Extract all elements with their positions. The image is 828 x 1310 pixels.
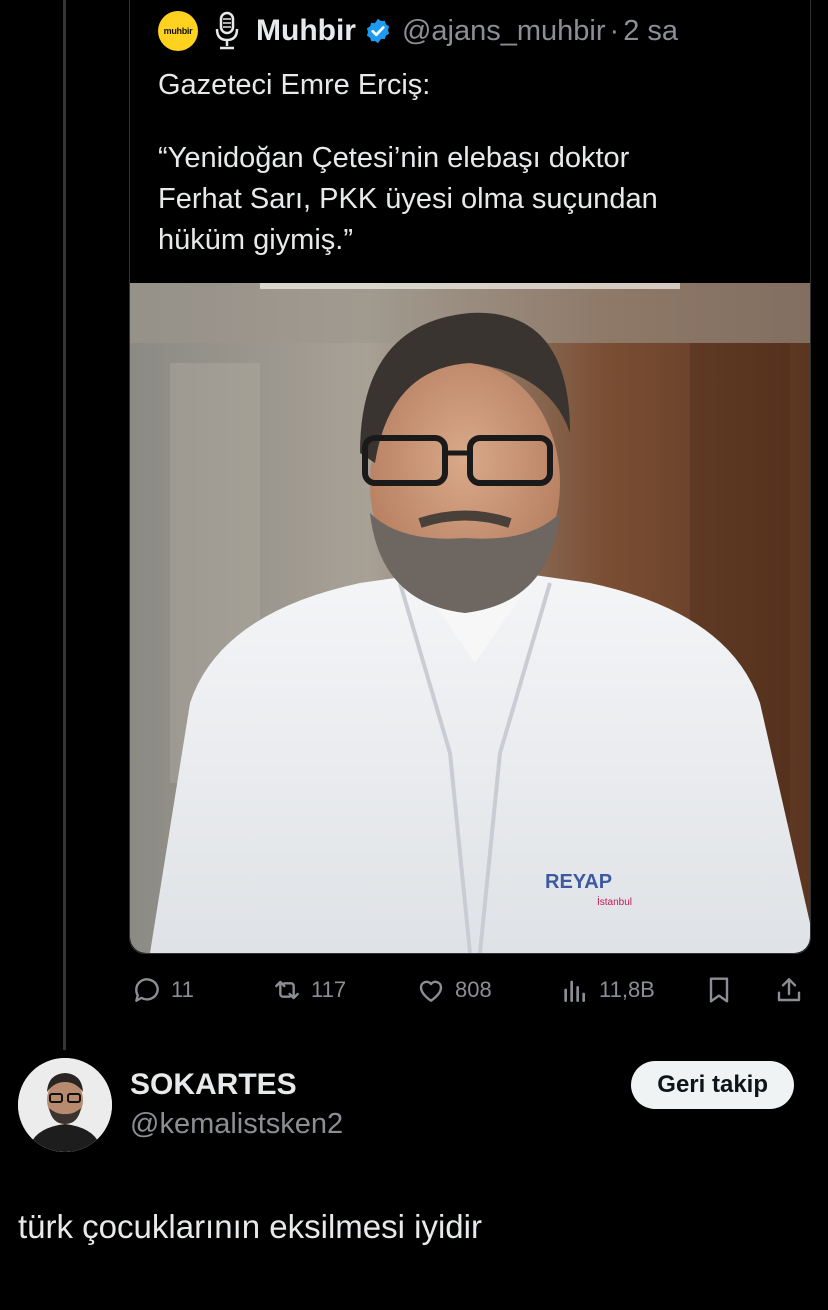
user-avatar-image	[18, 1058, 112, 1152]
reply-author-name[interactable]: SOKARTES	[130, 1068, 297, 1102]
photo-logo-subtext: İstanbul	[597, 895, 632, 908]
reply-button[interactable]: 11	[131, 974, 194, 1006]
reply-avatar[interactable]	[18, 1058, 112, 1152]
like-button[interactable]: 808	[415, 974, 492, 1006]
repost-count: 117	[311, 977, 347, 1002]
reply-author-row: SOKARTES @kemalistsken2 Geri takip	[18, 1058, 808, 1158]
quoted-author-name[interactable]: Muhbir	[256, 14, 356, 48]
repost-icon	[275, 980, 299, 1000]
doctor-portrait-image: REYAP İstanbul	[130, 283, 810, 953]
reply-tweet-text: türk çocuklarının eksilmesi iyidir	[18, 1208, 482, 1245]
quoted-tweet-card[interactable]: muhbir Muhbir @ajans_muhbir · 2 sa Gazetec…	[129, 0, 811, 954]
repost-button[interactable]: 117	[271, 974, 346, 1006]
tweet-action-bar: 11 117 808 11,8B	[129, 968, 809, 1012]
share-button[interactable]	[773, 974, 805, 1006]
views-count: 11,8B	[599, 977, 655, 1002]
reply-count: 11	[171, 977, 194, 1002]
quoted-tweet-text: Gazeteci Emre Erciş: “Yenidoğan Çetesi’n…	[158, 69, 658, 256]
like-count: 808	[455, 977, 492, 1002]
avatar-logo-text: muhbir	[163, 26, 193, 36]
tweet-photo[interactable]: REYAP İstanbul	[130, 283, 810, 953]
reply-author-handle[interactable]: @kemalistsken2	[130, 1108, 343, 1141]
reply-icon	[135, 978, 159, 1002]
verified-badge-icon	[366, 18, 390, 44]
quoted-author-handle[interactable]: @ajans_muhbir · 2 sa	[402, 15, 678, 48]
muhbir-avatar[interactable]: muhbir	[158, 11, 198, 51]
bookmark-icon	[709, 977, 729, 1003]
follow-back-button[interactable]: Geri takip	[631, 1061, 794, 1109]
thread-line	[63, 0, 66, 1050]
bookmark-button[interactable]	[703, 974, 735, 1006]
photo-logo-text: REYAP	[545, 871, 612, 893]
tweet-timestamp: 2 sa	[623, 14, 679, 47]
like-icon	[419, 980, 443, 1002]
microphone-icon	[215, 11, 239, 50]
views-button[interactable]: 11,8B	[559, 974, 655, 1006]
share-icon	[777, 978, 801, 1002]
views-icon	[564, 980, 585, 1002]
quoted-tweet-header: muhbir Muhbir @ajans_muhbir · 2 sa	[158, 9, 678, 53]
